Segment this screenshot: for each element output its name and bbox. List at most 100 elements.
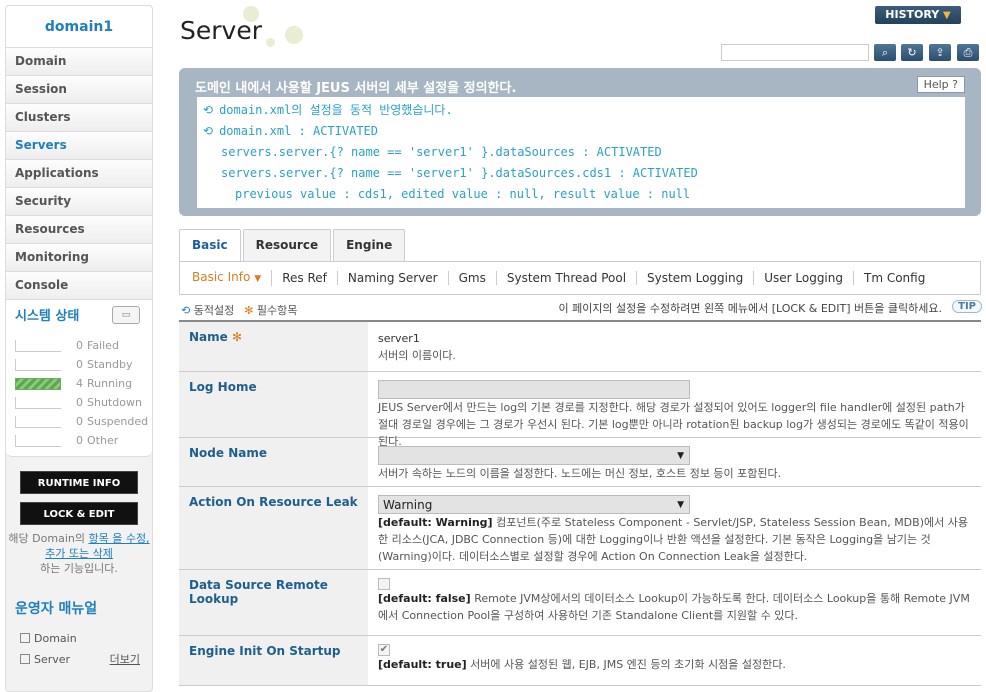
resource-leak-select[interactable]: Warning ▼ [378,495,690,514]
tip-text: 이 페이지의 설정을 수정하려면 왼쪽 메뉴에서 [LOCK & EDIT] 버… [558,302,942,315]
search-icon[interactable]: ⌕ [874,44,896,61]
name-value: server1 [378,332,420,345]
message-line: previous value : cds1, edited value : nu… [235,187,691,201]
legend-required: ✻ 필수항목 [244,304,298,317]
status-running: 4 Running [15,374,152,393]
status-bar [15,415,61,428]
tab-bar: Basic Resource Engine [179,229,407,262]
subtab-system-thread-pool[interactable]: System Thread Pool [507,271,638,285]
runtime-info-button[interactable]: RUNTIME INFO [20,471,138,494]
sidebar: domain1 Domain Session Clusters Servers … [5,5,153,692]
field-label: Action On Resource Leak [179,487,368,569]
message-line: ⟲ domain.xml의 설정을 동적 반영했습니다. [203,103,453,117]
domain-title[interactable]: domain1 [6,6,152,48]
export-xml-icon[interactable]: ⇪ [929,44,951,61]
status-list: 0 Failed 0 Standby 4 Running 0 Shutdown 0 Sus… [6,330,152,457]
status-standby: 0 Standby [15,355,152,374]
tab-engine[interactable]: Engine [333,229,406,261]
nav-session[interactable]: Session [6,76,152,104]
message-line: servers.server.{? name == 'server1' }.da… [221,145,662,159]
tab-resource[interactable]: Resource [242,229,332,261]
required-star-icon: ✻ [231,330,243,344]
dropdown-arrow-icon: ▼ [254,274,262,284]
chevron-down-icon: ▼ [677,500,684,510]
tip-badge: TIP [952,300,982,313]
status-bar [15,339,61,352]
status-other: 0 Other [15,431,152,450]
subtab-gms[interactable]: Gms [459,271,497,285]
legend-dynamic: ⟲ 동적설정 [181,304,235,317]
sync-icon: ⟲ [181,304,191,317]
subtab-user-logging[interactable]: User Logging [764,271,854,285]
subtab-bar: Basic Info ▼ Res Ref Naming Server Gms Sy… [179,261,981,295]
manual-item-domain[interactable]: Domain [6,628,152,649]
field-label: Log Home [179,372,368,437]
status-bar [15,396,61,409]
field-value: Warning ▼ [default: Warning] 컴포넌트(주로 State… [368,487,981,569]
field-label: Data Source Remote Lookup [179,570,368,635]
system-status-header: 시스템 상태 ▭ [6,300,152,330]
nav-resources[interactable]: Resources [6,216,152,244]
field-value: JEUS Server에서 만드는 log의 기본 경로를 지정한다. 해당 경… [368,372,981,448]
legend: ⟲ 동적설정 ✻ 필수항목 [181,302,297,318]
message-log: ⟲ domain.xml의 설정을 동적 반영했습니다. ⟲ domain.xml … [197,97,965,208]
search-input[interactable] [721,44,869,61]
message-line: ⟲ domain.xml : ACTIVATED [203,124,379,138]
row-name: Name ✻ server1 서버의 이름이다. [179,322,981,372]
status-bar [15,358,61,371]
status-bar [15,377,61,390]
manual-title: 운영자 매뉴얼 [15,601,98,617]
more-link[interactable]: 더보기 [110,649,140,670]
log-home-input[interactable] [378,380,690,399]
nav-applications[interactable]: Applications [6,160,152,188]
subtab-naming-server[interactable]: Naming Server [348,271,449,285]
nav-servers[interactable]: Servers [6,132,152,160]
subtab-system-logging[interactable]: System Logging [647,271,755,285]
row-log-home: Log Home JEUS Server에서 만드는 log의 기본 경로를 지… [179,372,981,448]
field-value: ▼ 서버가 속하는 노드의 이름을 설정한다. 노드에는 머신 정보, 호스트 정… [368,438,981,486]
nav-clusters[interactable]: Clusters [6,104,152,132]
nav-security[interactable]: Security [6,188,152,216]
nav-monitoring[interactable]: Monitoring [6,244,152,272]
sync-icon: ⟲ [203,124,214,138]
manual-item-server[interactable]: Server 더보기 [6,649,152,670]
field-value: server1 서버의 이름이다. [368,322,981,371]
info-panel: 도메인 내에서 사용할 JEUS 서버의 세부 설정을 정의한다. Help ?… [179,68,981,216]
subtab-res-ref[interactable]: Res Ref [282,271,338,285]
nav-domain[interactable]: Domain [6,48,152,76]
print-icon[interactable]: ⎙ [957,44,979,61]
field-label: Engine Init On Startup [179,636,368,685]
tab-basic[interactable]: Basic [179,229,241,262]
remote-lookup-checkbox[interactable] [378,578,390,590]
required-star-icon: ✻ [244,304,254,317]
subtab-basic-info[interactable]: Basic Info ▼ [192,270,273,286]
row-remote-lookup: Data Source Remote Lookup [default: fals… [179,570,981,636]
info-title: 도메인 내에서 사용할 JEUS 서버의 세부 설정을 정의한다. [195,81,517,96]
status-failed: 0 Failed [15,336,152,355]
sync-icon: ⟲ [203,103,214,117]
field-label: Node Name [179,438,368,486]
refresh-icon[interactable]: ↻ [901,44,923,61]
history-button[interactable]: HISTORY ▼ [875,6,961,24]
lock-note: 해당 Domain의 항목 을 수정, 추가 또는 삭제 하는 기능입니다. [8,532,150,575]
status-suspended: 0 Suspended [15,412,152,431]
lock-edit-button[interactable]: LOCK & EDIT [20,502,138,525]
decor-bubble [285,26,303,44]
monitor-icon[interactable]: ▭ [112,306,140,324]
row-node-name: Node Name ▼ 서버가 속하는 노드의 이름을 설정한다. 노드에는 머신… [179,438,981,487]
message-line: servers.server.{? name == 'server1' }.da… [221,166,698,180]
node-name-select[interactable]: ▼ [378,446,690,465]
engine-init-checkbox[interactable]: ✔ [378,644,390,656]
nav-console[interactable]: Console [6,272,152,300]
row-engine-init: Engine Init On Startup ✔ [default: true] … [179,636,981,686]
row-resource-leak: Action On Resource Leak Warning ▼ [default… [179,487,981,570]
page-title: Server [180,16,262,45]
help-button[interactable]: Help ? [916,76,965,93]
subtab-tm-config[interactable]: Tm Config [864,271,935,285]
settings-form: Name ✻ server1 서버의 이름이다. Log Home JEUS Se… [179,320,981,686]
book-icon [20,654,30,664]
field-value: [default: false] Remote JVM상에서의 데이터소스 Lo… [368,570,981,635]
book-icon [20,633,30,643]
system-status-title: 시스템 상태 [15,309,80,324]
field-value: ✔ [default: true] 서버에 사용 설정된 웹, EJB, JMS … [378,644,786,671]
